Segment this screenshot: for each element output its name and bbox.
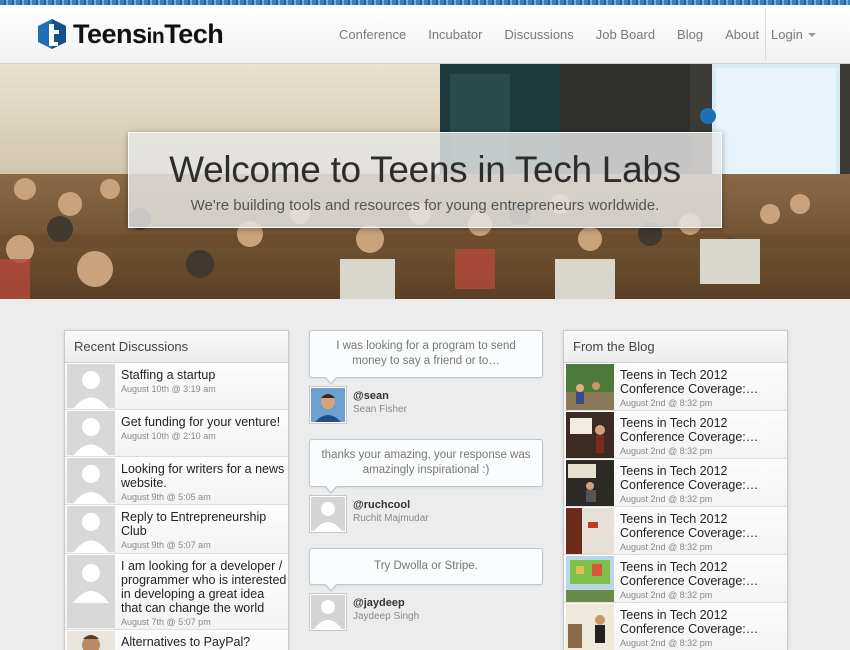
blog-panel: From the Blog Teens in Tech 2012 Confere… — [563, 330, 788, 650]
blog-post-title: Teens in Tech 2012 Conference Coverage:… — [620, 512, 759, 540]
discussion-date: August 10th @ 3:19 am — [121, 384, 216, 394]
blog-item[interactable]: Teens in Tech 2012 Conference Coverage:…… — [564, 459, 787, 507]
logo-wordmark: TeensinTech — [73, 18, 224, 49]
discussion-title: Looking for writers for a news website. — [121, 462, 285, 490]
tweet-text: Try Dwolla or Stripe. — [374, 560, 478, 572]
user-photo-icon — [309, 386, 347, 424]
blog-post-date: August 2nd @ 8:32 pm — [620, 446, 713, 456]
default-avatar-icon — [309, 593, 347, 631]
discussion-item[interactable]: Alternatives to PayPal? — [65, 630, 288, 650]
tweet-item: thanks your amazing, your response was a… — [309, 439, 543, 533]
discussion-title: Alternatives to PayPal? — [121, 635, 251, 649]
tweet-item: Try Dwolla or Stripe. @jaydeep Jaydeep S… — [309, 548, 543, 631]
nav-discussions[interactable]: Discussions — [493, 27, 584, 42]
blog-thumbnail — [566, 556, 614, 602]
tweet-author-name: Jaydeep Singh — [353, 611, 420, 622]
blog-item[interactable]: Teens in Tech 2012 Conference Coverage:…… — [564, 411, 787, 459]
discussion-date: August 7th @ 5:07 pm — [121, 617, 211, 627]
blog-post-title: Teens in Tech 2012 Conference Coverage:… — [620, 416, 759, 444]
blog-post-title: Teens in Tech 2012 Conference Coverage:… — [620, 560, 759, 588]
discussion-item[interactable]: Looking for writers for a news website. … — [65, 457, 288, 505]
hero-banner: Welcome to Teens in Tech Labs We're buil… — [0, 64, 850, 299]
login-label: Login — [771, 27, 803, 42]
tweet-bubble: Try Dwolla or Stripe. — [309, 548, 543, 592]
nav-job-board[interactable]: Job Board — [585, 27, 666, 42]
discussion-title: I am looking for a developer / programme… — [121, 559, 287, 615]
tweet-author[interactable]: @sean Sean Fisher — [309, 386, 543, 424]
hero-subtitle: We're building tools and resources for y… — [190, 197, 660, 214]
blog-post-date: August 2nd @ 8:32 pm — [620, 398, 713, 408]
tweet-text: thanks your amazing, your response was a… — [321, 449, 531, 476]
hero-welcome-box: Welcome to Teens in Tech Labs We're buil… — [128, 132, 722, 228]
hero-title: Welcome to Teens in Tech Labs — [169, 149, 681, 190]
nav-incubator[interactable]: Incubator — [417, 27, 493, 42]
recent-discussions-panel: Recent Discussions Staffing a startup Au… — [64, 330, 289, 650]
tweet-handle[interactable]: @sean — [353, 390, 407, 402]
blog-thumbnail — [566, 412, 614, 458]
tweet-author[interactable]: @jaydeep Jaydeep Singh — [309, 593, 543, 631]
nav-divider — [765, 9, 766, 61]
blog-post-date: August 2nd @ 8:32 pm — [620, 542, 713, 552]
default-avatar-icon — [67, 364, 115, 409]
user-photo-icon — [67, 631, 115, 650]
tweet-author-name: Sean Fisher — [353, 404, 407, 415]
nav-conference[interactable]: Conference — [328, 27, 417, 42]
discussion-date: August 10th @ 2:10 am — [121, 431, 216, 441]
blog-heading: From the Blog — [564, 331, 787, 363]
blog-item[interactable]: Teens in Tech 2012 Conference Coverage:…… — [564, 507, 787, 555]
discussion-item[interactable]: Reply to Entrepreneurship Club August 9t… — [65, 505, 288, 554]
nav-blog[interactable]: Blog — [666, 27, 714, 42]
discussion-date: August 9th @ 5:05 am — [121, 492, 211, 502]
blog-thumbnail — [566, 604, 614, 650]
login-dropdown[interactable]: Login — [771, 5, 816, 64]
tweet-text: I was looking for a program to send mone… — [336, 340, 516, 367]
blog-post-date: August 2nd @ 8:32 pm — [620, 590, 713, 600]
tweet-handle[interactable]: @jaydeep — [353, 597, 419, 609]
blog-thumbnail — [566, 364, 614, 410]
discussion-date: August 9th @ 5:07 am — [121, 540, 211, 550]
discussion-item[interactable]: Get funding for your venture! August 10t… — [65, 410, 288, 457]
tweet-bubble: I was looking for a program to send mone… — [309, 330, 543, 385]
discussion-item[interactable]: I am looking for a developer / programme… — [65, 554, 288, 630]
tweet-handle[interactable]: @ruchcool — [353, 499, 429, 511]
tweet-item: I was looking for a program to send mone… — [309, 330, 543, 424]
teens-in-tech-logo-icon — [38, 19, 66, 49]
blog-item[interactable]: Teens in Tech 2012 Conference Coverage:…… — [564, 555, 787, 603]
tweet-author[interactable]: @ruchcool Ruchit Majmudar — [309, 495, 543, 533]
blog-thumbnail — [566, 508, 614, 554]
blog-post-date: August 2nd @ 8:32 pm — [620, 638, 713, 648]
discussion-title: Get funding for your venture! — [121, 415, 281, 429]
blog-post-title: Teens in Tech 2012 Conference Coverage:… — [620, 368, 759, 396]
discussion-title: Reply to Entrepreneurship Club — [121, 510, 267, 538]
discussion-title: Staffing a startup — [121, 368, 216, 382]
tweet-bubble: thanks your amazing, your response was a… — [309, 439, 543, 494]
site-logo[interactable]: TeensinTech — [34, 14, 224, 54]
nav-about[interactable]: About — [714, 27, 770, 42]
blog-thumbnail — [566, 460, 614, 506]
default-avatar-icon — [67, 555, 115, 628]
blog-item[interactable]: Teens in Tech 2012 Conference Coverage:…… — [564, 603, 787, 650]
default-avatar-icon — [67, 458, 115, 504]
blog-post-date: August 2nd @ 8:32 pm — [620, 494, 713, 504]
discussion-item[interactable]: Staffing a startup August 10th @ 3:19 am — [65, 363, 288, 410]
site-header: TeensinTech Conference Incubator Discuss… — [0, 5, 850, 64]
default-avatar-icon — [67, 411, 115, 456]
default-avatar-icon — [309, 495, 347, 533]
main-nav: Conference Incubator Discussions Job Boa… — [328, 5, 770, 64]
default-avatar-icon — [67, 506, 115, 553]
blog-post-title: Teens in Tech 2012 Conference Coverage:… — [620, 464, 759, 492]
tweet-author-name: Ruchit Majmudar — [353, 513, 429, 524]
blog-item[interactable]: Teens in Tech 2012 Conference Coverage:…… — [564, 363, 787, 411]
recent-discussions-heading: Recent Discussions — [65, 331, 288, 363]
blog-post-title: Teens in Tech 2012 Conference Coverage:… — [620, 608, 759, 636]
chevron-down-icon — [807, 32, 816, 37]
